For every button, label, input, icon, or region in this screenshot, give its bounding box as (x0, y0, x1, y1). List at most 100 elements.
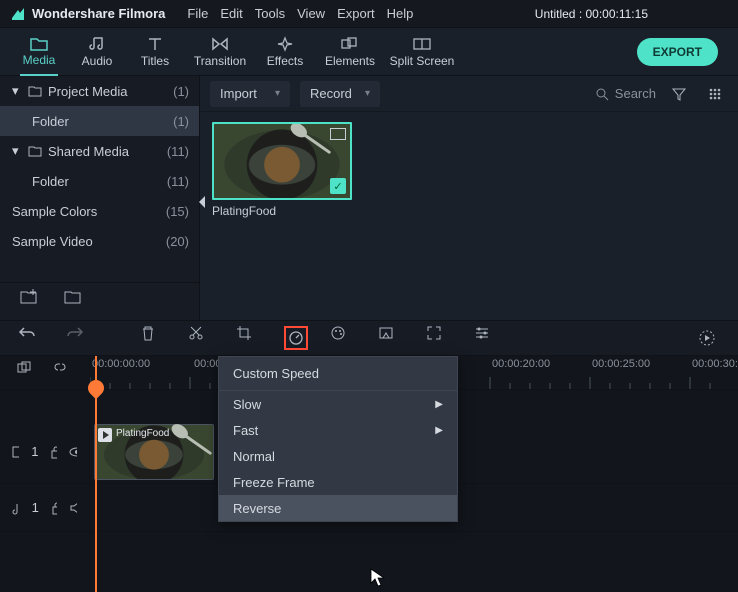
app-logo-icon (10, 6, 26, 22)
crop-icon[interactable] (236, 325, 262, 351)
menu-label: Fast (233, 423, 258, 438)
timeline-right[interactable]: 00:00:00:00 00:00:05:00 00:00:20:00 00:0… (90, 356, 738, 592)
menu-slow[interactable]: Slow ▶ (219, 391, 457, 417)
redo-icon[interactable] (66, 325, 92, 351)
tab-splitscreen[interactable]: Split Screen (386, 28, 458, 76)
new-folder-plus-icon[interactable] (20, 289, 46, 315)
lock-icon[interactable] (50, 445, 56, 459)
speed-menu: Custom Speed Slow ▶ Fast▶ Normal Freeze F… (218, 356, 458, 522)
shapes-icon (340, 36, 360, 52)
export-button[interactable]: EXPORT (637, 38, 718, 66)
sidebar-group-project-media[interactable]: ▾ Project Media (1) (0, 76, 199, 106)
chevron-down-icon: ▾ (365, 88, 370, 99)
timeline-clip[interactable]: PlatingFood (94, 424, 214, 480)
color-icon[interactable] (330, 325, 356, 351)
menu-edit[interactable]: Edit (220, 6, 242, 21)
menu-label: Slow (233, 397, 261, 412)
playhead[interactable] (95, 356, 97, 592)
sidebar-count: (1) (173, 114, 189, 129)
sidebar-footer (0, 282, 199, 320)
sidebar-label: Folder (32, 114, 69, 129)
sidebar-label: Sample Colors (12, 204, 97, 219)
record-label: Record (310, 86, 352, 101)
undo-icon[interactable] (18, 325, 44, 351)
sidebar-item-sample-video[interactable]: Sample Video (20) (0, 226, 199, 256)
ruler-tick: 00:00:20:00 (492, 358, 550, 370)
record-dropdown[interactable]: Record ▾ (300, 81, 380, 107)
tab-effects[interactable]: Effects (256, 28, 314, 76)
clip-name: PlatingFood (212, 204, 352, 218)
chevron-down-icon: ▾ (12, 83, 22, 99)
tab-effects-label: Effects (267, 54, 303, 68)
import-dropdown[interactable]: Import▾ (210, 81, 290, 107)
new-folder-icon[interactable] (64, 289, 90, 315)
render-icon[interactable] (694, 325, 720, 351)
music-icon (88, 36, 106, 52)
collapse-handle-icon[interactable] (199, 196, 205, 208)
chevron-right-icon: ▶ (435, 399, 443, 410)
tab-splitscreen-label: Split Screen (390, 54, 455, 68)
sidebar-item-folder-shared[interactable]: Folder (11) (0, 166, 199, 196)
track-number: 1 (32, 500, 39, 515)
filter-icon[interactable] (666, 81, 692, 107)
tab-media[interactable]: Media (10, 28, 68, 76)
sidebar-label: Project Media (48, 84, 127, 99)
tab-audio-label: Audio (82, 54, 113, 68)
menu-file[interactable]: File (187, 6, 208, 21)
menu-label: Reverse (233, 501, 281, 516)
speed-button[interactable] (284, 326, 308, 350)
grid-view-icon[interactable] (702, 81, 728, 107)
cut-icon[interactable] (188, 325, 214, 351)
sidebar-item-folder-project[interactable]: Folder (1) (0, 106, 199, 136)
transition-icon (210, 36, 230, 52)
menu-view[interactable]: View (297, 6, 325, 21)
sparkle-icon (276, 36, 294, 52)
lock-icon[interactable] (51, 501, 58, 515)
menu-export[interactable]: Export (337, 6, 375, 21)
tab-bar: Media Audio Titles Transition Effects El… (0, 28, 738, 76)
menu-tools[interactable]: Tools (255, 6, 285, 21)
tab-audio[interactable]: Audio (68, 28, 126, 76)
text-icon (146, 36, 164, 52)
search-box[interactable]: Search (595, 86, 656, 101)
sidebar-label: Sample Video (12, 234, 93, 249)
menu-reverse[interactable]: Reverse (219, 495, 457, 521)
speaker-icon[interactable] (69, 501, 77, 515)
green-screen-icon[interactable] (378, 325, 404, 351)
media-clip[interactable]: ✓ PlatingFood (212, 122, 352, 218)
sidebar-group-shared-media[interactable]: ▾ Shared Media (11) (0, 136, 199, 166)
menu-bar: Wondershare Filmora File Edit Tools View… (0, 0, 738, 28)
expand-icon[interactable] (426, 325, 452, 351)
menu-label: Freeze Frame (233, 475, 315, 490)
menu-help[interactable]: Help (387, 6, 414, 21)
sidebar: ▾ Project Media (1) Folder (1) ▾ Shared … (0, 76, 200, 320)
menu-freeze-frame[interactable]: Freeze Frame (219, 469, 457, 495)
split-icon (412, 36, 432, 52)
search-placeholder: Search (615, 86, 656, 101)
menu-custom-speed[interactable]: Custom Speed (219, 357, 457, 391)
eye-icon[interactable] (69, 446, 77, 458)
panel-toolbar: Import▾ Record ▾ Search (200, 76, 738, 112)
brand: Wondershare Filmora (10, 6, 165, 22)
sidebar-item-sample-colors[interactable]: Sample Colors (15) (0, 196, 199, 226)
menu-fast[interactable]: Fast▶ (219, 417, 457, 443)
sidebar-count: (20) (166, 234, 189, 249)
overlap-icon[interactable] (16, 360, 38, 386)
timeline-left: 1 1 (0, 356, 90, 592)
tab-elements-label: Elements (325, 54, 375, 68)
timeline-toolbar (0, 320, 738, 356)
tab-elements[interactable]: Elements (314, 28, 386, 76)
tab-titles[interactable]: Titles (126, 28, 184, 76)
timeline-clip-name: PlatingFood (116, 428, 169, 439)
link-off-icon[interactable] (52, 360, 74, 386)
menu-normal[interactable]: Normal (219, 443, 457, 469)
tab-transition[interactable]: Transition (184, 28, 256, 76)
sidebar-label: Shared Media (48, 144, 129, 159)
sidebar-count: (11) (167, 144, 189, 159)
sliders-icon[interactable] (474, 325, 500, 351)
delete-icon[interactable] (140, 325, 166, 351)
check-icon: ✓ (330, 178, 346, 194)
media-grid: ✓ PlatingFood (200, 112, 738, 228)
search-icon (595, 87, 609, 101)
video-track-head: 1 (0, 420, 89, 484)
